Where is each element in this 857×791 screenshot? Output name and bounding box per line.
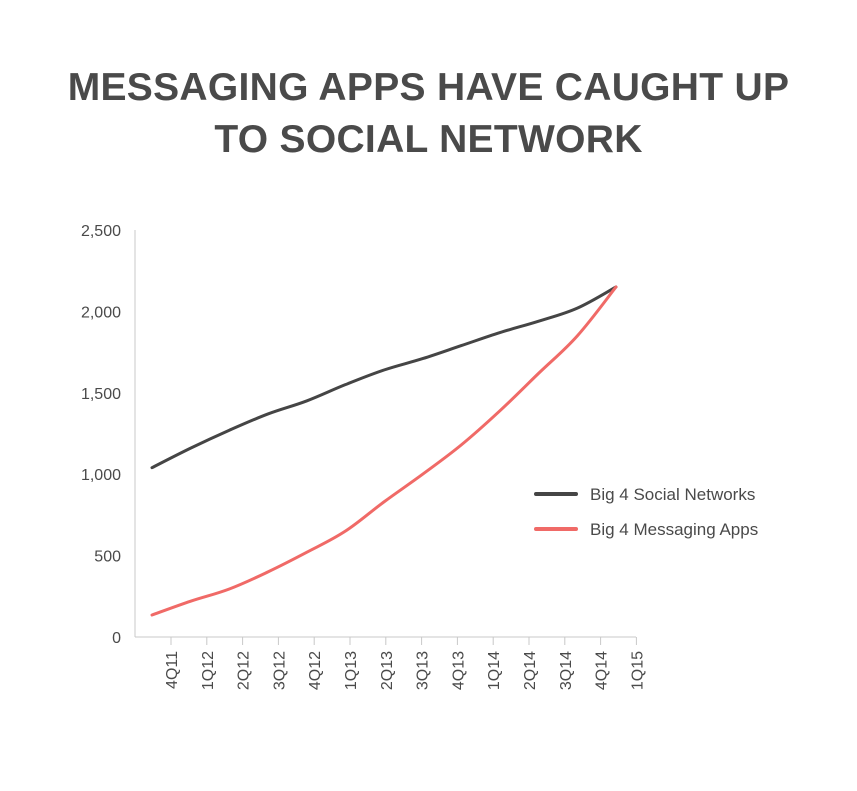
legend-label: Big 4 Messaging Apps <box>590 520 758 539</box>
y-axis: 0 500 1,000 1,500 2,000 2,500 <box>81 223 136 647</box>
x-tick-label: 4Q13 <box>450 651 467 690</box>
legend: Big 4 Social Networks Big 4 Messaging App… <box>534 485 758 539</box>
y-tick-label: 0 <box>112 630 121 647</box>
x-tick-label: 1Q12 <box>200 651 217 690</box>
line-chart: 0 500 1,000 1,500 2,000 2,500 4Q11 1Q12 2Q12 3Q1… <box>81 223 758 690</box>
x-axis: 4Q11 1Q12 2Q12 3Q12 4Q12 1Q13 2Q13 3Q13 4Q13 1Q14… <box>135 636 646 690</box>
x-tick-label: 1Q13 <box>343 651 360 690</box>
x-tick-label: 4Q12 <box>307 651 324 690</box>
x-tick-label: 2Q12 <box>236 651 253 690</box>
x-tick-label: 1Q15 <box>629 651 646 690</box>
y-tick-label: 2,500 <box>81 223 121 240</box>
y-tick-label: 1,000 <box>81 467 121 484</box>
y-tick-label: 500 <box>94 549 121 566</box>
x-tick-label: 3Q14 <box>558 651 575 690</box>
y-tick-label: 1,500 <box>81 386 121 403</box>
x-tick-label: 2Q14 <box>522 651 539 690</box>
x-tick-label: 1Q14 <box>486 651 503 690</box>
x-tick-label: 4Q14 <box>594 651 611 690</box>
x-tick-label: 2Q13 <box>379 651 396 690</box>
legend-label: Big 4 Social Networks <box>590 485 755 504</box>
series-lines <box>150 285 618 617</box>
x-tick-label: 4Q11 <box>164 651 181 689</box>
y-tick-label: 2,000 <box>81 304 121 321</box>
legend-item-social-networks: Big 4 Social Networks <box>534 485 755 504</box>
x-tick-label: 3Q13 <box>415 651 432 690</box>
legend-item-messaging-apps: Big 4 Messaging Apps <box>534 520 758 539</box>
series-line-social-networks <box>150 285 618 470</box>
x-tick-label: 3Q12 <box>271 651 288 690</box>
series-line-messaging-apps <box>150 285 618 617</box>
